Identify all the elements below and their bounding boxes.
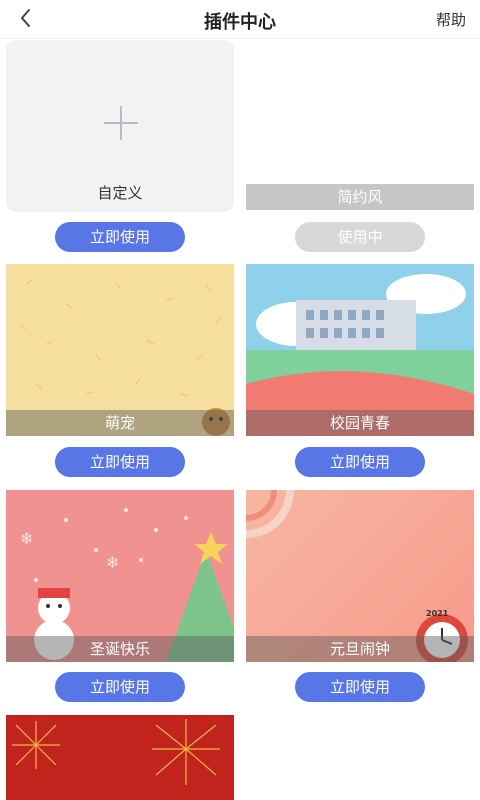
use-button-new-year[interactable]: 立即使用 xyxy=(295,672,425,702)
christmas-card[interactable]: ❄ ❄ 圣诞快乐 xyxy=(6,490,234,662)
card-label: 简约风 xyxy=(246,184,474,210)
help-link[interactable]: 帮助 xyxy=(436,9,466,30)
card-label: 校园青春 xyxy=(246,410,474,436)
fireworks-card[interactable] xyxy=(6,715,234,800)
simple-style-card[interactable]: 简约风 xyxy=(246,40,474,212)
card-label: 圣诞快乐 xyxy=(6,636,234,662)
new-year-alarm-card[interactable]: 2021 元旦闹钟 xyxy=(246,490,474,662)
svg-text:❄: ❄ xyxy=(20,529,33,548)
fireworks-illustration xyxy=(12,719,220,785)
top-bar: 插件中心 帮助 xyxy=(0,0,480,39)
page-title: 插件中心 xyxy=(204,12,276,33)
svg-text:❄: ❄ xyxy=(106,553,119,572)
card-label: 元旦闹钟 xyxy=(246,636,474,662)
use-button-campus[interactable]: 立即使用 xyxy=(295,447,425,477)
plus-icon xyxy=(104,106,138,140)
year-badge: 2021 xyxy=(426,609,449,618)
in-use-button: 使用中 xyxy=(295,222,425,252)
use-button-pet[interactable]: 立即使用 xyxy=(55,447,185,477)
custom-plugin-card[interactable]: 自定义 xyxy=(6,40,234,212)
campus-youth-card[interactable]: 校园青春 xyxy=(246,264,474,436)
card-label: 萌宠 xyxy=(6,410,234,436)
cute-pet-card[interactable]: 萌宠 xyxy=(6,264,234,436)
card-label: 自定义 xyxy=(97,184,143,202)
use-button-custom[interactable]: 立即使用 xyxy=(55,222,185,252)
use-button-christmas[interactable]: 立即使用 xyxy=(55,672,185,702)
